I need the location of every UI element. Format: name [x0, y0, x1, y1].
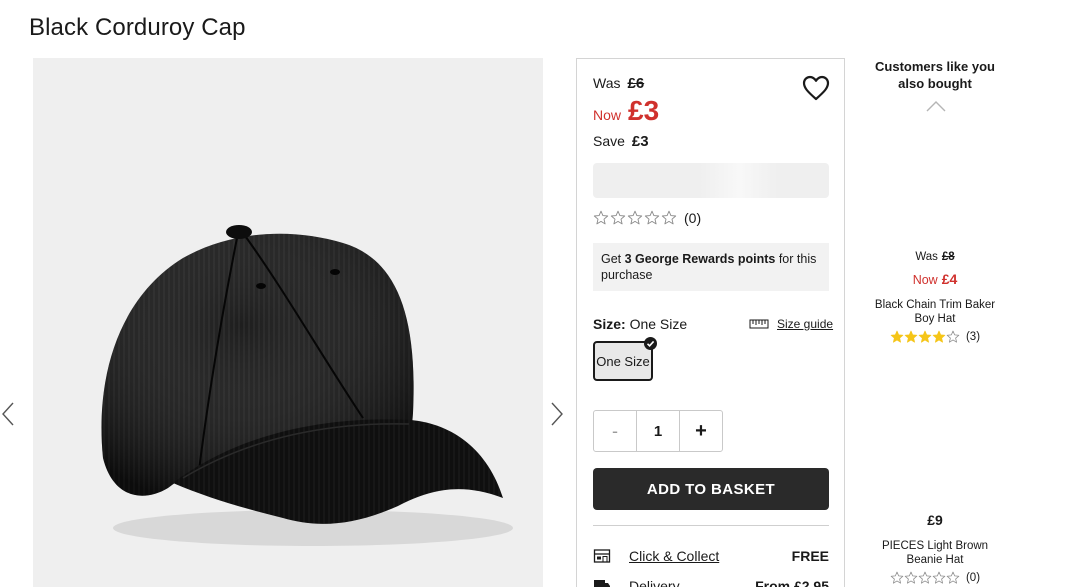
star-filled-icon	[918, 330, 932, 343]
rec-product-name[interactable]: PIECES Light Brown Beanie Hat	[865, 539, 1005, 567]
star-empty-icon	[627, 210, 643, 225]
rec-price: £9	[927, 512, 943, 528]
was-price: Was £6	[593, 75, 645, 92]
cap-image	[33, 58, 543, 587]
click-collect-option: Click & Collect FREE	[593, 548, 829, 564]
selected-size: One Size	[629, 316, 688, 332]
star-filled-icon	[932, 330, 946, 343]
star-empty-icon	[932, 571, 946, 584]
recommendations-title: Customers like you also bought	[875, 59, 995, 91]
rewards-banner: Get 3 George Rewards points for this pur…	[593, 243, 829, 291]
page-title: Black Corduroy Cap	[29, 14, 246, 41]
rewards-points: 3 George Rewards points	[624, 252, 776, 266]
recommendation-item[interactable]: £9 PIECES Light Brown Beanie Hat (0)	[865, 512, 1005, 585]
save-amount-value: £3	[631, 133, 649, 150]
star-empty-icon	[918, 571, 932, 584]
star-filled-icon	[890, 330, 904, 343]
quantity-stepper: - 1 +	[593, 410, 723, 452]
quantity-increase-button[interactable]: +	[680, 411, 722, 451]
rec-rating-stars	[890, 330, 960, 344]
star-empty-icon	[946, 330, 960, 343]
star-empty-icon	[610, 210, 626, 225]
star-empty-icon	[644, 210, 660, 225]
add-to-basket-button[interactable]: ADD TO BASKET	[593, 468, 829, 510]
star-empty-icon	[904, 571, 918, 584]
delivery-price: From £2.95	[755, 578, 829, 587]
loading-placeholder	[593, 163, 829, 198]
click-collect-price: FREE	[791, 548, 829, 564]
chevron-left-icon	[2, 402, 14, 426]
star-empty-icon	[593, 210, 609, 225]
size-option-one-size[interactable]: One Size	[593, 337, 657, 381]
checkmark-icon	[644, 337, 657, 350]
quantity-decrease-button[interactable]: -	[594, 411, 637, 451]
delivery-option: Delivery From £2.95	[593, 578, 829, 587]
rec-now-price: Now £4	[912, 271, 958, 287]
rec-product-name[interactable]: Black Chain Trim Baker Boy Hat	[865, 298, 1005, 326]
star-empty-icon	[890, 571, 904, 584]
chevron-right-icon	[551, 402, 563, 426]
product-image[interactable]	[33, 58, 543, 587]
rec-rating-stars	[890, 571, 960, 585]
gallery-prev-button[interactable]	[0, 400, 18, 428]
star-empty-icon	[661, 210, 677, 225]
size-label: Size: One Size	[593, 316, 688, 332]
now-price-value: £3	[628, 95, 660, 126]
chevron-up-icon[interactable]	[925, 100, 947, 112]
wishlist-button[interactable]	[801, 73, 831, 103]
review-count: (0)	[684, 210, 702, 226]
van-icon	[594, 580, 610, 587]
rec-review-count: (0)	[965, 572, 981, 584]
rec-rating: (3)	[865, 330, 1005, 344]
save-amount: Save £3	[593, 133, 649, 150]
now-price: Now £3	[593, 95, 660, 126]
recommendations-panel: Customers like you also bought Was £8 Now…	[865, 58, 1005, 584]
star-filled-icon	[904, 330, 918, 343]
delivery-link[interactable]: Delivery	[629, 578, 755, 587]
rating-stars	[593, 210, 677, 226]
size-guide-link[interactable]: Size guide	[749, 317, 833, 331]
ruler-icon	[749, 319, 769, 329]
heart-icon	[802, 75, 830, 101]
was-price-value: £6	[627, 75, 645, 92]
store-icon	[593, 549, 611, 563]
star-empty-icon	[946, 571, 960, 584]
rec-was-price: Was £8	[915, 251, 955, 263]
rec-rating: (0)	[865, 571, 1005, 585]
rec-review-count: (3)	[965, 331, 981, 343]
purchase-panel: Was £6 Now £3 Save £3 (0) Get 3 George R…	[576, 58, 845, 587]
divider	[593, 525, 829, 526]
recommendation-item[interactable]: Was £8 Now £4 Black Chain Trim Baker Boy H…	[865, 251, 1005, 344]
click-collect-link[interactable]: Click & Collect	[629, 548, 792, 564]
gallery-next-button[interactable]	[547, 400, 565, 428]
product-rating[interactable]: (0)	[593, 210, 701, 226]
quantity-input[interactable]: 1	[637, 411, 680, 451]
